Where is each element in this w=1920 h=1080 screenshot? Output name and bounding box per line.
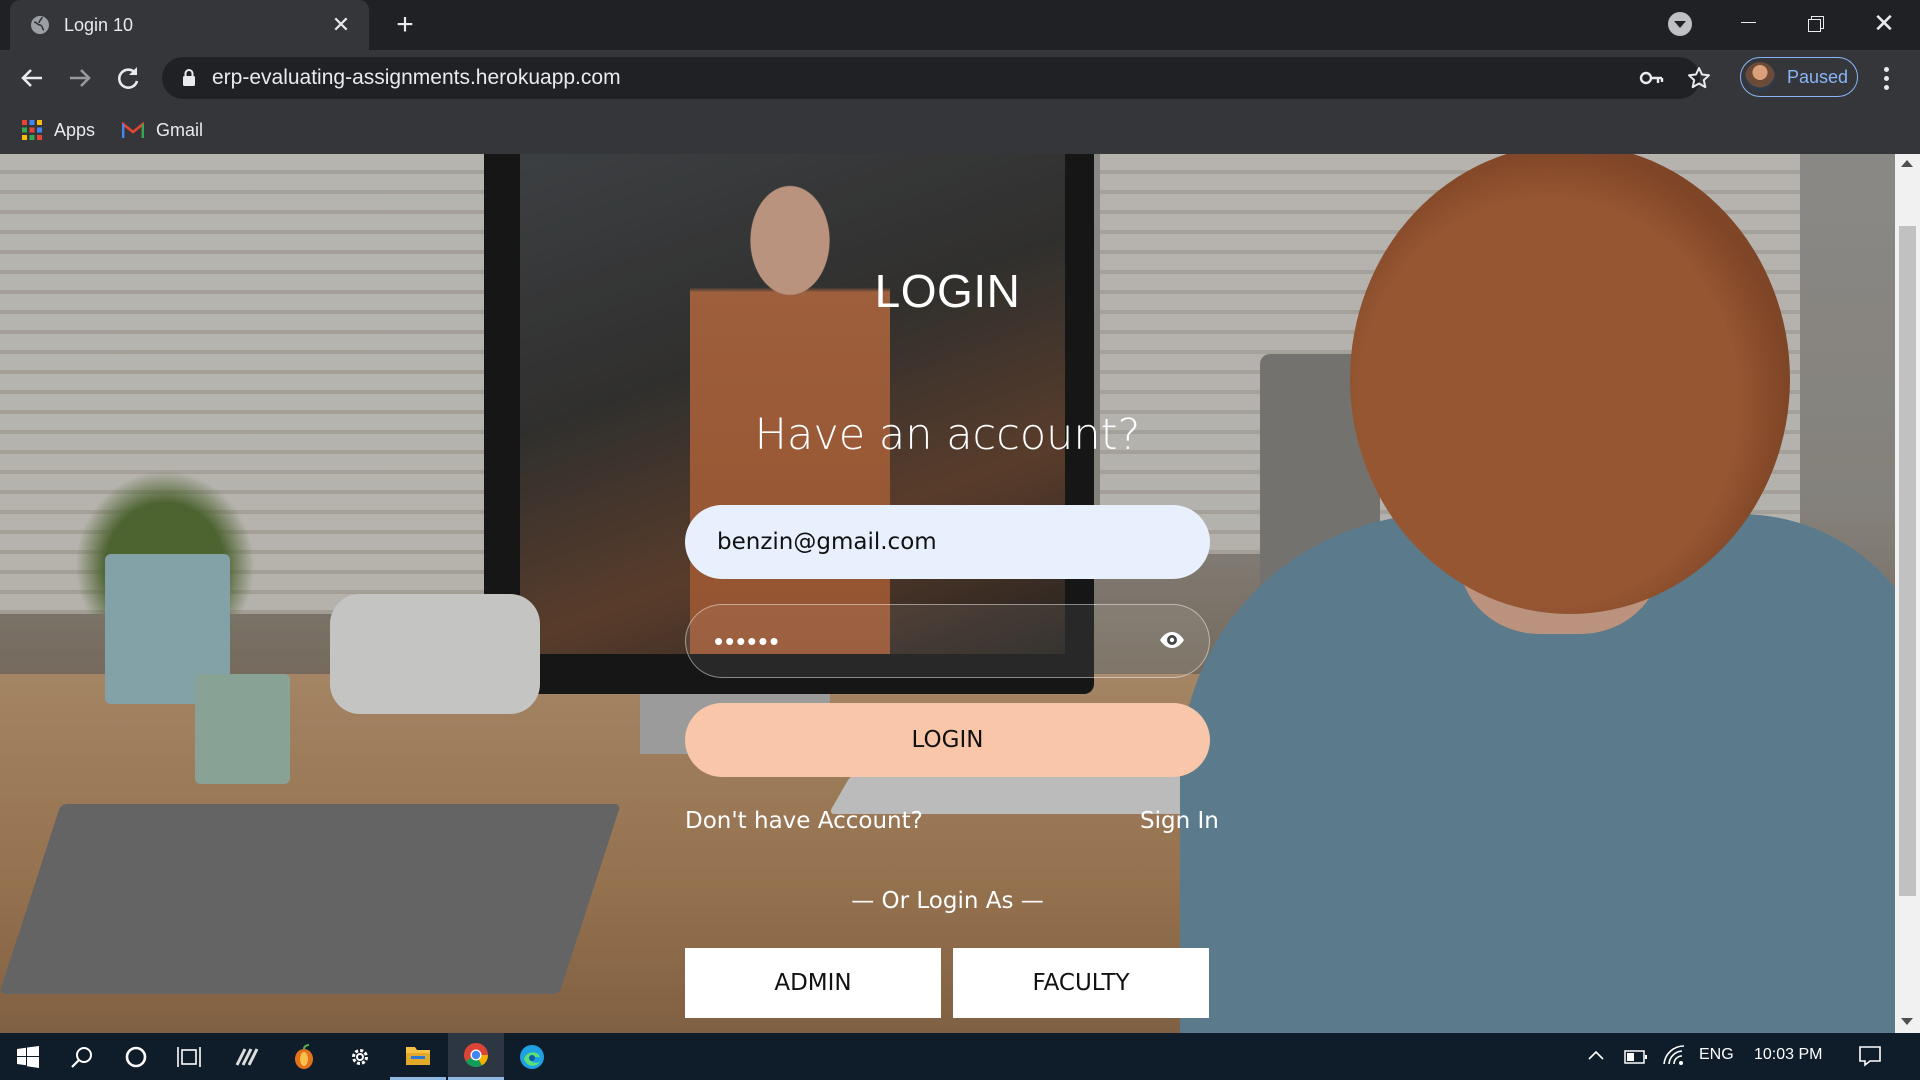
battery-icon[interactable] [1624, 1049, 1648, 1065]
bookmark-apps[interactable]: Apps [22, 114, 95, 146]
language-indicator[interactable]: ENG [1699, 1046, 1734, 1064]
chrome-icon[interactable] [448, 1033, 504, 1080]
password-field[interactable] [685, 604, 1210, 678]
restore-button[interactable] [1796, 8, 1836, 38]
login-button[interactable]: LOGIN [685, 703, 1210, 777]
tab-search-icon[interactable] [1668, 12, 1692, 36]
globe-icon [31, 16, 49, 34]
browser-menu-icon[interactable] [1876, 64, 1896, 92]
admin-login-button[interactable]: ADMIN [685, 948, 941, 1018]
bookmark-label: Apps [54, 119, 96, 140]
browser-tab[interactable]: Login 10 ✕ [10, 0, 369, 50]
email-field[interactable] [685, 505, 1210, 579]
cortana-icon[interactable] [108, 1033, 164, 1080]
wifi-icon[interactable] [1662, 1044, 1686, 1066]
notification-center-icon[interactable] [1858, 1044, 1882, 1068]
no-account-text: Don't have Account? [685, 808, 923, 834]
lock-icon [183, 69, 195, 86]
login-page: LOGIN Have an account? LOGIN Don't have … [0, 154, 1895, 1033]
scroll-down-arrow-icon[interactable] [1901, 1018, 1913, 1025]
close-window-button[interactable]: ✕ [1864, 8, 1904, 38]
settings-gear-icon[interactable] [332, 1033, 388, 1080]
forward-icon[interactable] [64, 62, 96, 94]
file-explorer-icon[interactable] [390, 1033, 446, 1080]
page-subtitle: Have an account? [754, 410, 1141, 460]
clock[interactable]: 10:03 PM [1754, 1046, 1822, 1064]
page-title: LOGIN [874, 265, 1021, 317]
bookmarks-bar [0, 106, 1920, 154]
search-icon[interactable] [54, 1033, 110, 1080]
faculty-login-button[interactable]: FACULTY [953, 948, 1209, 1018]
reload-icon[interactable] [112, 62, 144, 94]
avatar [1745, 62, 1775, 92]
gmail-icon [122, 121, 144, 138]
scroll-up-arrow-icon[interactable] [1901, 160, 1913, 167]
or-login-as-divider: — Or Login As — [851, 888, 1044, 914]
app-stripes-icon[interactable] [220, 1033, 276, 1080]
edge-icon[interactable] [504, 1033, 560, 1080]
windows-start-icon[interactable] [0, 1033, 56, 1080]
apps-grid-icon [22, 120, 42, 140]
show-password-eye-icon[interactable] [1158, 630, 1186, 650]
profile-button[interactable]: Paused [1740, 57, 1858, 97]
bookmark-gmail[interactable]: Gmail [122, 114, 203, 146]
tray-expand-icon[interactable] [1586, 1046, 1606, 1066]
url-text[interactable]: erp-evaluating-assignments.herokuapp.com [212, 64, 621, 92]
sign-in-link[interactable]: Sign In [1140, 808, 1219, 834]
tab-close-icon[interactable]: ✕ [329, 13, 353, 37]
key-icon[interactable] [1638, 66, 1664, 90]
bookmark-label: Gmail [156, 119, 204, 140]
new-tab-button[interactable]: + [390, 10, 420, 40]
tab-title: Login 10 [64, 14, 134, 35]
bookmark-star-icon[interactable] [1686, 65, 1712, 91]
task-view-icon[interactable] [162, 1033, 218, 1080]
back-icon[interactable] [16, 62, 48, 94]
minimize-button[interactable] [1728, 8, 1768, 38]
profile-status: Paused [1787, 66, 1849, 87]
scrollbar-thumb[interactable] [1899, 226, 1916, 896]
app-fruit-icon[interactable] [276, 1033, 332, 1080]
